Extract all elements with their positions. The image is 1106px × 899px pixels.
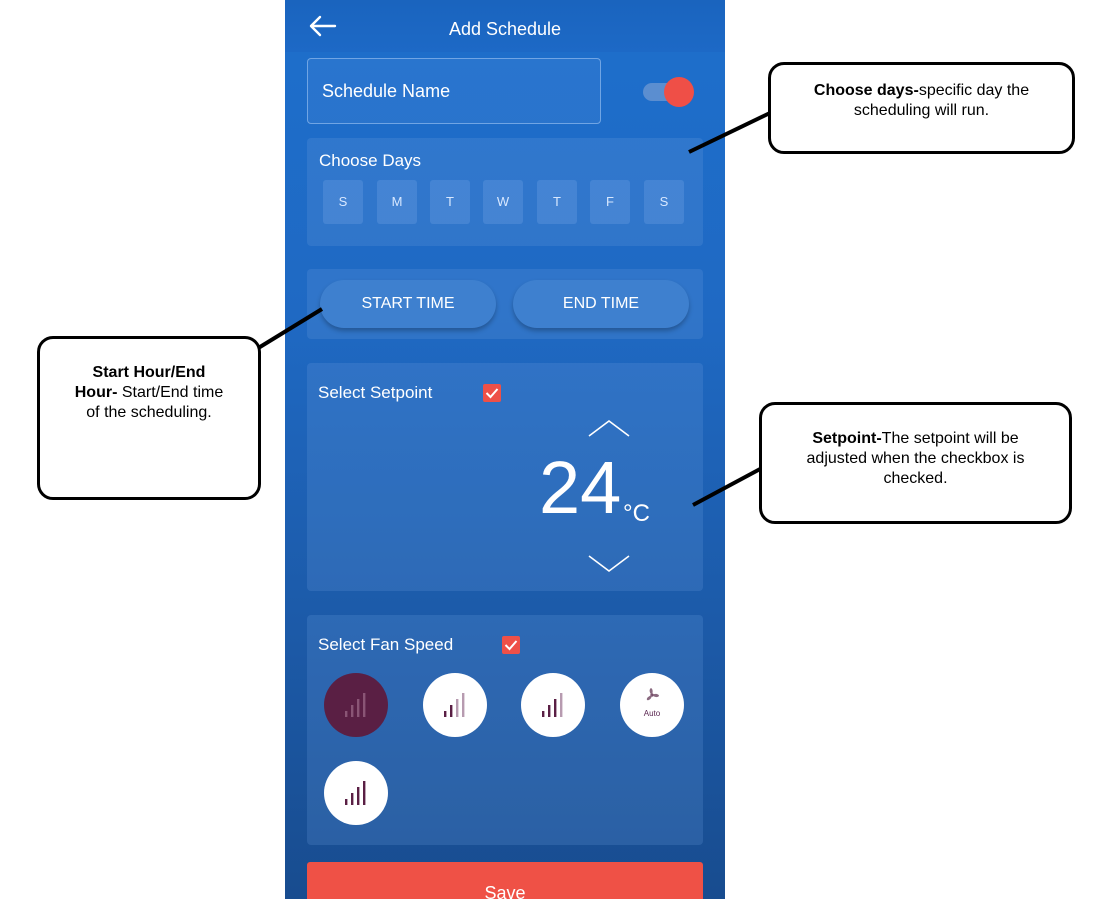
callout-setpoint: Setpoint-The setpoint will be adjusted w… xyxy=(759,402,1072,524)
callout-setpoint-title: Setpoint- xyxy=(812,430,882,447)
callout-start-end-time: Start Hour/End Hour- Start/End time of t… xyxy=(37,336,261,500)
callout-choose-days: Choose days-specific day the scheduling … xyxy=(768,62,1075,154)
callout-days-title: Choose days- xyxy=(813,82,919,99)
